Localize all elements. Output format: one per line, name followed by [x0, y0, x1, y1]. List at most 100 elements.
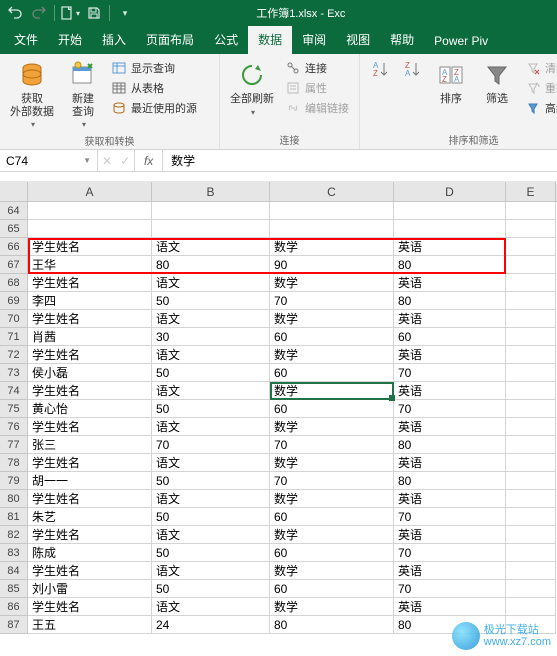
row-header[interactable]: 70: [0, 310, 28, 328]
cell[interactable]: 数学: [270, 526, 394, 544]
cell[interactable]: 80: [394, 472, 506, 490]
fx-icon[interactable]: fx: [135, 150, 163, 171]
cell[interactable]: 50: [152, 544, 270, 562]
cell[interactable]: 学生姓名: [28, 598, 152, 616]
sort-button[interactable]: AZZA 排序: [430, 57, 472, 108]
cell[interactable]: [506, 382, 556, 400]
cell[interactable]: 胡一一: [28, 472, 152, 490]
row-header[interactable]: 79: [0, 472, 28, 490]
tab-formulas[interactable]: 公式: [204, 26, 248, 54]
cell[interactable]: 英语: [394, 274, 506, 292]
cell[interactable]: 语文: [152, 274, 270, 292]
cell[interactable]: [270, 202, 394, 220]
cell[interactable]: 学生姓名: [28, 238, 152, 256]
cell[interactable]: 陈成: [28, 544, 152, 562]
row-header[interactable]: 67: [0, 256, 28, 274]
spreadsheet-grid[interactable]: A B C D E 646566学生姓名语文数学英语67王华80908068学生…: [0, 182, 557, 634]
cell[interactable]: 24: [152, 616, 270, 634]
cell[interactable]: 60: [394, 328, 506, 346]
redo-icon[interactable]: [28, 2, 50, 24]
row-header[interactable]: 72: [0, 346, 28, 364]
row-header[interactable]: 73: [0, 364, 28, 382]
name-box[interactable]: C74▼: [0, 150, 98, 171]
advanced-filter-button[interactable]: 高级: [522, 99, 557, 117]
formula-input[interactable]: 数学: [163, 150, 557, 171]
save-icon[interactable]: [83, 2, 105, 24]
row-header[interactable]: 76: [0, 418, 28, 436]
cell[interactable]: 学生姓名: [28, 526, 152, 544]
cell[interactable]: 张三: [28, 436, 152, 454]
cell[interactable]: 80: [152, 256, 270, 274]
cell[interactable]: 黄心怡: [28, 400, 152, 418]
cell[interactable]: 学生姓名: [28, 382, 152, 400]
sort-desc-button[interactable]: ZA: [398, 57, 426, 81]
cell[interactable]: 英语: [394, 310, 506, 328]
cell[interactable]: 王五: [28, 616, 152, 634]
cell[interactable]: 90: [270, 256, 394, 274]
cell[interactable]: [394, 220, 506, 238]
cell[interactable]: 英语: [394, 346, 506, 364]
col-header-B[interactable]: B: [152, 182, 270, 201]
cell[interactable]: 英语: [394, 562, 506, 580]
cell[interactable]: 语文: [152, 346, 270, 364]
row-header[interactable]: 75: [0, 400, 28, 418]
cell[interactable]: [506, 544, 556, 562]
undo-icon[interactable]: [4, 2, 26, 24]
cell[interactable]: 数学: [270, 382, 394, 400]
select-all-corner[interactable]: [0, 182, 28, 201]
row-header[interactable]: 74: [0, 382, 28, 400]
refresh-all-button[interactable]: 全部刷新 ▾: [226, 57, 278, 119]
row-header[interactable]: 71: [0, 328, 28, 346]
cell[interactable]: 数学: [270, 238, 394, 256]
cell[interactable]: [506, 346, 556, 364]
cell[interactable]: 数学: [270, 310, 394, 328]
qat-customize-icon[interactable]: ▾: [114, 2, 136, 24]
cell[interactable]: 50: [152, 292, 270, 310]
row-header[interactable]: 85: [0, 580, 28, 598]
cell[interactable]: 朱艺: [28, 508, 152, 526]
cell[interactable]: 学生姓名: [28, 274, 152, 292]
cell[interactable]: 数学: [270, 346, 394, 364]
cell[interactable]: 70: [394, 364, 506, 382]
cell[interactable]: 50: [152, 508, 270, 526]
cell[interactable]: 60: [270, 400, 394, 418]
cell[interactable]: [506, 562, 556, 580]
cell[interactable]: [506, 436, 556, 454]
cell[interactable]: 50: [152, 580, 270, 598]
col-header-C[interactable]: C: [270, 182, 394, 201]
row-header[interactable]: 68: [0, 274, 28, 292]
new-query-button[interactable]: 新建 查询 ▾: [62, 57, 104, 131]
cell[interactable]: 刘小雷: [28, 580, 152, 598]
cell[interactable]: [152, 202, 270, 220]
cell[interactable]: 肖茜: [28, 328, 152, 346]
chevron-down-icon[interactable]: ▼: [83, 156, 91, 165]
show-queries-button[interactable]: 显示查询: [108, 59, 200, 77]
cell[interactable]: 80: [394, 292, 506, 310]
cell[interactable]: [506, 508, 556, 526]
cell[interactable]: [506, 580, 556, 598]
cell[interactable]: 语文: [152, 418, 270, 436]
cell[interactable]: 数学: [270, 490, 394, 508]
cell[interactable]: [506, 292, 556, 310]
cell[interactable]: 王华: [28, 256, 152, 274]
cell[interactable]: 70: [394, 508, 506, 526]
sort-asc-button[interactable]: AZ: [366, 57, 394, 81]
cell[interactable]: 学生姓名: [28, 454, 152, 472]
cell[interactable]: 语文: [152, 454, 270, 472]
cell[interactable]: 80: [394, 436, 506, 454]
cell[interactable]: 70: [394, 544, 506, 562]
cell[interactable]: 数学: [270, 454, 394, 472]
cell[interactable]: [28, 220, 152, 238]
row-header[interactable]: 81: [0, 508, 28, 526]
col-header-D[interactable]: D: [394, 182, 506, 201]
cell[interactable]: 英语: [394, 418, 506, 436]
row-header[interactable]: 84: [0, 562, 28, 580]
cell[interactable]: [506, 454, 556, 472]
cell[interactable]: 语文: [152, 310, 270, 328]
tab-powerpivot[interactable]: Power Piv: [424, 29, 498, 54]
cell[interactable]: [506, 310, 556, 328]
col-header-E[interactable]: E: [506, 182, 556, 201]
cell[interactable]: [506, 220, 556, 238]
cell[interactable]: 语文: [152, 382, 270, 400]
filter-button[interactable]: 筛选: [476, 57, 518, 108]
